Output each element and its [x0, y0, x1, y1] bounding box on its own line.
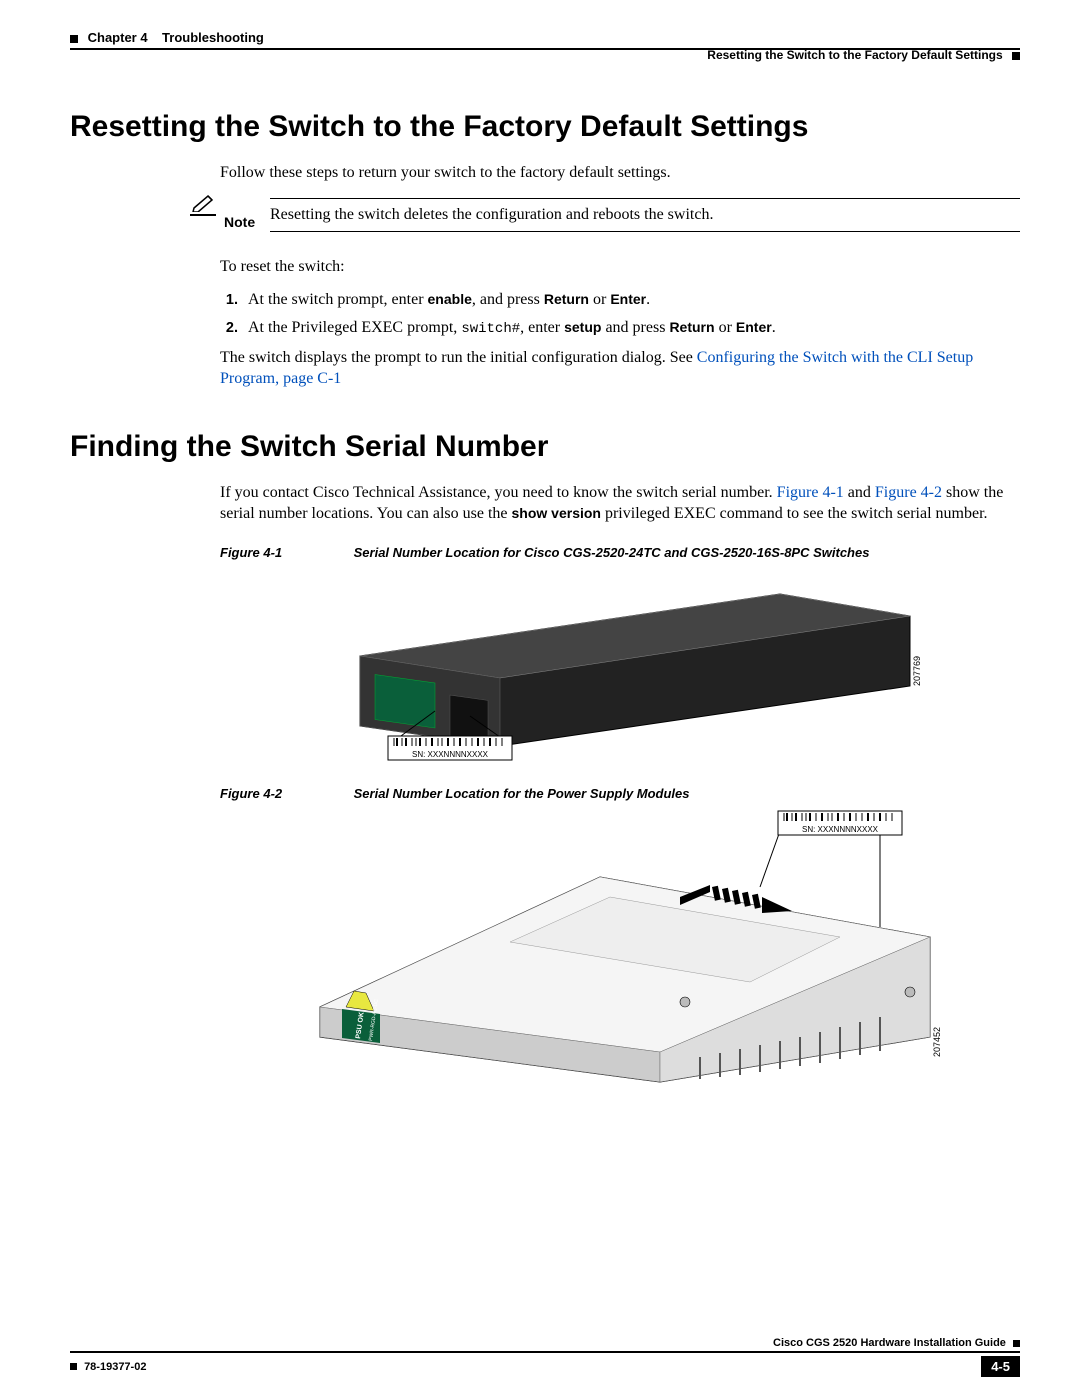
- page-header: Chapter 4 Troubleshooting Resetting the …: [70, 30, 1020, 50]
- fig1-caption-text: Serial Number Location for Cisco CGS-252…: [354, 545, 870, 560]
- step1-or: or: [589, 291, 610, 308]
- step2-mid2: and press: [601, 319, 669, 336]
- step2-pre: At the Privileged EXEC prompt,: [248, 319, 461, 336]
- section-heading-serial: Finding the Switch Serial Number: [70, 430, 1020, 464]
- figure-4-2-caption: Figure 4-2 Serial Number Location for th…: [220, 786, 1020, 801]
- header-section-title: Resetting the Switch to the Factory Defa…: [707, 48, 1002, 62]
- section-heading-reset: Resetting the Switch to the Factory Defa…: [70, 110, 1020, 144]
- fig2-sn-text: SN: XXXNNNNXXXX: [802, 825, 879, 834]
- footer-bullet-icon: [1013, 1340, 1020, 1347]
- pencil-note-icon: [190, 194, 216, 216]
- fig1-sn-text: SN: XXXNNNNXXXX: [412, 750, 489, 759]
- p1-end: privileged EXEC command to see the switc…: [601, 505, 988, 522]
- step1-return: Return: [544, 291, 589, 307]
- page-number: 4-5: [981, 1356, 1020, 1377]
- header-bullet-icon: [1012, 52, 1020, 60]
- header-bullet-icon: [70, 35, 78, 43]
- serial-intro: If you contact Cisco Technical Assistanc…: [220, 482, 1020, 525]
- figure-4-1-caption: Figure 4-1 Serial Number Location for Ci…: [220, 545, 1020, 560]
- step1-enable: enable: [428, 291, 472, 307]
- chapter-title: Troubleshooting: [162, 30, 264, 45]
- step2-mid1: , enter: [520, 319, 564, 336]
- step-1: At the switch prompt, enter enable, and …: [242, 289, 1020, 311]
- step2-prompt: switch#: [461, 321, 520, 337]
- step2-enter: Enter: [736, 319, 772, 335]
- note-block: Note Resetting the switch deletes the co…: [190, 198, 1020, 242]
- step2-end: .: [772, 319, 776, 336]
- to-reset-label: To reset the switch:: [220, 256, 1020, 278]
- step1-end: .: [646, 291, 650, 308]
- page-footer: Cisco CGS 2520 Hardware Installation Gui…: [70, 1337, 1020, 1377]
- note-label: Note: [224, 214, 255, 230]
- figure-4-2-link[interactable]: Figure 4-2: [875, 484, 942, 501]
- figure-4-2-image: PSU OK PWR-RGD-AC-DC: [220, 807, 1020, 1087]
- show-version-cmd: show version: [512, 505, 601, 521]
- step2-return: Return: [669, 319, 714, 335]
- p1-mid1: and: [844, 484, 875, 501]
- fig2-label: Figure 4-2: [220, 786, 350, 801]
- figure-4-1-image: SN: XXXNNNNXXXX 207769: [220, 566, 1020, 766]
- fig2-caption-text: Serial Number Location for the Power Sup…: [354, 786, 690, 801]
- step2-or: or: [715, 319, 736, 336]
- fig2-id: 207452: [932, 1027, 942, 1057]
- reset-intro: Follow these steps to return your switch…: [220, 162, 1020, 184]
- chapter-label: Chapter 4: [88, 30, 148, 45]
- note-content: Resetting the switch deletes the configu…: [270, 198, 1020, 232]
- p1-pre: If you contact Cisco Technical Assistanc…: [220, 484, 777, 501]
- fig1-id: 207769: [912, 656, 922, 686]
- prompt-followup: The switch displays the prompt to run th…: [220, 347, 1020, 390]
- step2-setup: setup: [564, 319, 601, 335]
- doc-number: 78-19377-02: [84, 1361, 146, 1373]
- figure-4-1-link[interactable]: Figure 4-1: [777, 484, 844, 501]
- step-2: At the Privileged EXEC prompt, switch#, …: [242, 317, 1020, 339]
- step1-mid: , and press: [472, 291, 544, 308]
- step1-enter: Enter: [610, 291, 646, 307]
- footer-bullet-icon: [70, 1363, 77, 1370]
- after-pre: The switch displays the prompt to run th…: [220, 349, 697, 366]
- step1-pre: At the switch prompt, enter: [248, 291, 428, 308]
- fig1-label: Figure 4-1: [220, 545, 350, 560]
- footer-guide-title: Cisco CGS 2520 Hardware Installation Gui…: [773, 1337, 1006, 1349]
